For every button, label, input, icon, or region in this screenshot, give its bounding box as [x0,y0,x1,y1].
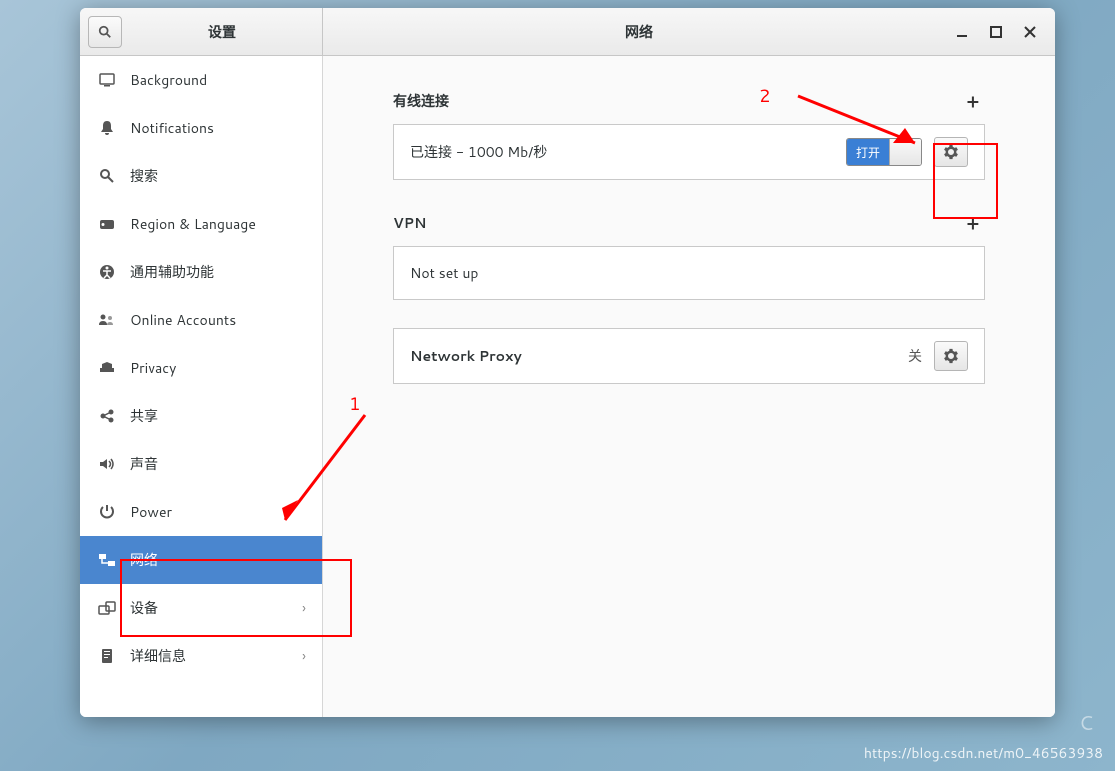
sidebar-item-label: 通用辅助功能 [130,262,214,282]
sidebar-item-label: Region & Language [130,214,256,234]
proxy-status: 关 [908,346,922,366]
globe-icon [98,215,116,233]
sidebar-item-label: Online Accounts [130,310,236,330]
window-body: Background Notifications 搜索 Region & Lan… [80,56,1055,717]
sidebar-item-label: Power [130,502,172,522]
vpn-status: Not set up [410,263,968,283]
vpn-panel: Not set up [393,246,985,300]
minimize-button[interactable] [955,25,969,39]
sidebar-item-label: Background [130,70,207,90]
wired-status: 已连接 - 1000 Mb/秒 [410,142,834,162]
content-area: 有线连接 + 已连接 - 1000 Mb/秒 打开 VPN + [323,56,1055,717]
sidebar-item-label: 共享 [130,406,158,426]
page-title: 网络 [323,22,955,42]
switch-on-label: 打开 [847,139,889,165]
watermark: https://blog.csdn.net/m0_46563938 [864,743,1103,763]
sidebar-item-label: 设备 [130,598,158,618]
chevron-right-icon: › [302,598,306,618]
maximize-icon [990,26,1002,38]
add-vpn-button[interactable]: + [961,208,985,238]
sidebar-item-label: 声音 [130,454,158,474]
sidebar-item-sound[interactable]: 声音 [80,440,322,488]
devices-icon [98,599,116,617]
power-icon [98,503,116,521]
sidebar-item-sharing[interactable]: 共享 [80,392,322,440]
wired-panel: 已连接 - 1000 Mb/秒 打开 [393,124,985,180]
gear-icon [943,144,959,160]
add-wired-button[interactable]: + [961,86,985,116]
accessibility-icon [98,263,116,281]
window-controls [955,25,1055,39]
display-icon [98,71,116,89]
corner-letter: C [1079,709,1093,737]
sidebar-item-notifications[interactable]: Notifications [80,104,322,152]
sidebar-item-accessibility[interactable]: 通用辅助功能 [80,248,322,296]
vpn-title: VPN [393,213,426,233]
titlebar-left: 设置 [80,8,323,55]
vpn-row: Not set up [394,247,984,299]
sidebar-item-search[interactable]: 搜索 [80,152,322,200]
sidebar-title: 设置 [122,22,322,42]
wired-row: 已连接 - 1000 Mb/秒 打开 [394,125,984,179]
accounts-icon [98,311,116,329]
sidebar-item-label: Privacy [130,358,176,378]
search-button[interactable] [88,16,122,48]
sidebar-item-label: 详细信息 [130,646,186,666]
proxy-settings-button[interactable] [934,341,968,371]
sidebar-item-power[interactable]: Power [80,488,322,536]
vpn-header: VPN + [393,208,985,238]
sound-icon [98,455,116,473]
close-icon [1024,26,1036,38]
network-icon [98,551,116,569]
sidebar-item-devices[interactable]: 设备 › [80,584,322,632]
sidebar-item-region[interactable]: Region & Language [80,200,322,248]
search-icon [98,25,112,39]
minimize-icon [956,26,968,38]
settings-window: 设置 网络 Background Notifications 搜索 [80,8,1055,717]
sidebar-item-online-accounts[interactable]: Online Accounts [80,296,322,344]
wired-header: 有线连接 + [393,86,985,116]
close-button[interactable] [1023,25,1037,39]
sidebar-item-details[interactable]: 详细信息 › [80,632,322,680]
switch-knob [889,139,921,165]
bell-icon [98,119,116,137]
share-icon [98,407,116,425]
titlebar-right: 网络 [323,8,1055,55]
sidebar-item-label: Notifications [130,118,214,138]
chevron-right-icon: › [302,646,306,666]
privacy-icon [98,359,116,377]
wired-title: 有线连接 [393,91,449,111]
sidebar-item-background[interactable]: Background [80,56,322,104]
maximize-button[interactable] [989,25,1003,39]
gear-icon [943,348,959,364]
sidebar-item-label: 网络 [130,550,158,570]
proxy-title: Network Proxy [410,346,896,366]
wired-settings-button[interactable] [934,137,968,167]
info-icon [98,647,116,665]
search-icon [98,167,116,185]
sidebar-item-network[interactable]: 网络 [80,536,322,584]
proxy-panel: Network Proxy 关 [393,328,985,384]
proxy-row[interactable]: Network Proxy 关 [394,329,984,383]
sidebar-item-label: 搜索 [130,166,158,186]
sidebar: Background Notifications 搜索 Region & Lan… [80,56,323,717]
titlebar: 设置 网络 [80,8,1055,56]
wired-switch[interactable]: 打开 [846,138,922,166]
sidebar-item-privacy[interactable]: Privacy [80,344,322,392]
